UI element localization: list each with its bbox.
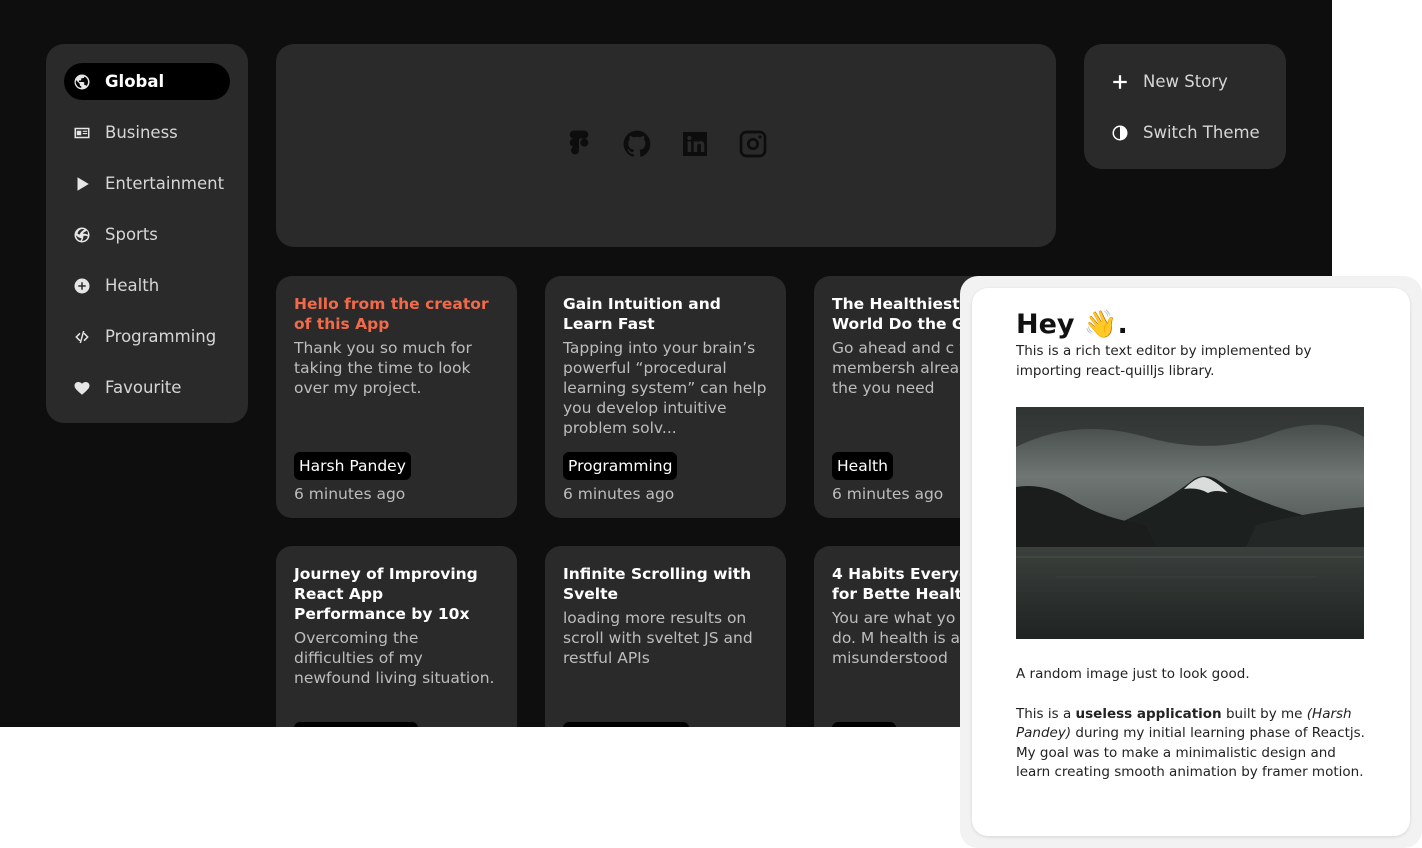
sidebar-item-label: Global — [105, 72, 165, 91]
sidebar-item-label: Health — [105, 276, 160, 295]
rich-text-editor[interactable]: Hey 👋. This is a rich text editor by imp… — [972, 288, 1410, 836]
card-description: Tapping into your brain’s powerful “proc… — [563, 339, 767, 437]
switch-theme-button[interactable]: Switch Theme — [1102, 114, 1268, 151]
card-tag[interactable] — [832, 722, 896, 727]
card-tag[interactable]: Health — [832, 452, 893, 480]
card-tag[interactable] — [294, 722, 418, 727]
plus-icon — [1113, 74, 1127, 89]
card-title: Hello from the creator of this App — [294, 295, 489, 333]
github-icon[interactable] — [621, 128, 653, 160]
globe-icon — [73, 73, 91, 91]
sidebar: Global Business Entertainment Sports Hea… — [46, 44, 248, 423]
sidebar-item-sports[interactable]: Sports — [64, 216, 230, 253]
card-description: Overcoming the difficulties of my newfou… — [294, 629, 495, 687]
card-time: 6 minutes ago — [563, 485, 675, 503]
editor-intro: This is a rich text editor by implemente… — [1016, 343, 1312, 379]
sidebar-item-favourite[interactable]: Favourite — [64, 369, 230, 406]
instagram-icon[interactable] — [737, 128, 769, 160]
image-caption: A random image just to look good. — [1016, 666, 1250, 682]
new-story-label: New Story — [1143, 72, 1228, 91]
contrast-icon — [1112, 125, 1128, 140]
paragraph-text: built by me — [1221, 705, 1307, 722]
card-tag[interactable]: Harsh Pandey — [294, 452, 411, 480]
sidebar-item-label: Sports — [105, 225, 158, 244]
mountain-image — [1016, 407, 1364, 639]
sidebar-item-entertainment[interactable]: Entertainment — [64, 165, 230, 202]
sidebar-item-label: Programming — [105, 327, 217, 346]
new-story-button[interactable]: New Story — [1102, 63, 1268, 100]
code-icon — [73, 328, 91, 346]
linkedin-icon[interactable] — [679, 128, 711, 160]
story-card[interactable]: Hello from the creator of this App Thank… — [276, 276, 517, 518]
id-card-icon — [73, 124, 91, 142]
card-time: 6 minutes ago — [294, 485, 406, 503]
story-card[interactable]: Gain Intuition and Learn Fast Tapping in… — [545, 276, 786, 518]
paragraph-text: This is a — [1016, 705, 1076, 722]
card-tag[interactable] — [563, 722, 689, 727]
story-card[interactable]: Journey of Improving React App Performan… — [276, 546, 517, 727]
sidebar-item-global[interactable]: Global — [64, 63, 230, 100]
editor-heading: Hey 👋. — [1016, 309, 1128, 340]
switch-theme-label: Switch Theme — [1143, 123, 1260, 142]
sidebar-item-business[interactable]: Business — [64, 114, 230, 151]
figma-icon[interactable] — [563, 128, 595, 160]
paragraph-bold: useless application — [1075, 705, 1222, 722]
social-links — [276, 128, 1056, 160]
card-time: 6 minutes ago — [832, 485, 944, 503]
sidebar-item-label: Favourite — [105, 378, 182, 397]
actions-panel: New Story Switch Theme — [1084, 44, 1286, 169]
sidebar-item-label: Business — [105, 123, 178, 142]
banner — [276, 44, 1056, 247]
card-description: Thank you so much for taking the time to… — [294, 339, 472, 397]
heart-icon — [73, 379, 91, 397]
card-title: Journey of Improving React App Performan… — [294, 565, 478, 623]
plus-circle-icon — [73, 277, 91, 295]
card-tag[interactable]: Programming — [563, 452, 678, 480]
sidebar-item-health[interactable]: Health — [64, 267, 230, 304]
card-description: loading more results on scroll with svel… — [563, 609, 753, 667]
story-card[interactable]: Infinite Scrolling with Svelte loading m… — [545, 546, 786, 727]
card-title: Infinite Scrolling with Svelte — [563, 565, 752, 603]
volleyball-icon — [73, 226, 91, 244]
editor-overlay: Hey 👋. This is a rich text editor by imp… — [960, 276, 1422, 848]
sidebar-item-programming[interactable]: Programming — [64, 318, 230, 355]
play-icon — [73, 175, 91, 193]
card-title: Gain Intuition and Learn Fast — [563, 295, 721, 333]
editor-paragraph: This is a useless application built by m… — [1016, 705, 1366, 783]
sidebar-item-label: Entertainment — [105, 174, 225, 193]
